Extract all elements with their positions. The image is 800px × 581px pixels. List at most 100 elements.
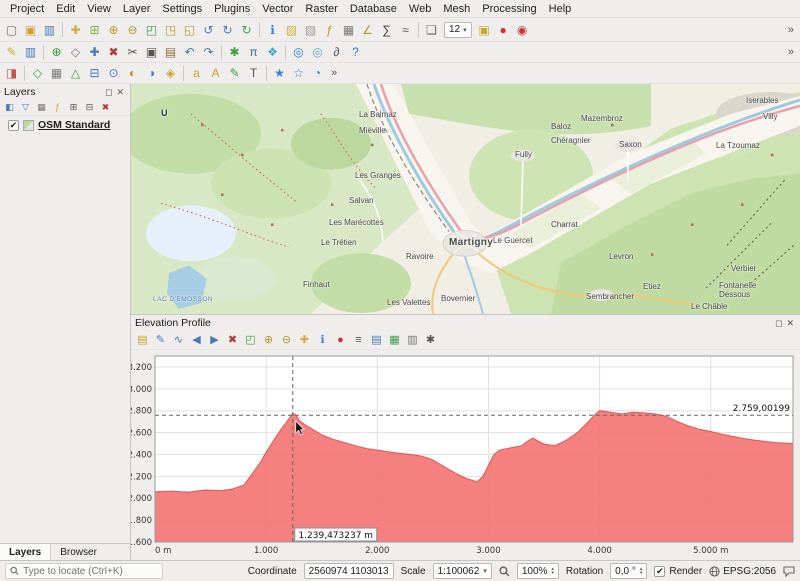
data-source-manager-icon[interactable]: ◨ xyxy=(2,64,21,82)
menu-item[interactable]: Project xyxy=(4,2,50,16)
export-csv-icon[interactable]: ▦ xyxy=(386,332,403,348)
refresh-icon[interactable]: ↻ xyxy=(237,21,256,39)
text-annotation-icon[interactable]: T xyxy=(244,64,263,82)
zoom-last-icon[interactable]: ↺ xyxy=(199,21,218,39)
pan-icon[interactable]: ✚ xyxy=(296,332,313,348)
toggle-editing-icon[interactable]: ✎ xyxy=(2,43,21,61)
log-messages-icon[interactable]: ◉ xyxy=(513,21,532,39)
panel-float-icon[interactable]: ◻ xyxy=(773,318,784,329)
locate-box[interactable] xyxy=(5,563,163,579)
select-by-expression-icon[interactable]: ƒ xyxy=(320,21,339,39)
elevation-chart[interactable]: 1.6001.8002.0002.2002.4002.6002.8003.000… xyxy=(131,350,800,560)
add-feature-icon[interactable]: ⊕ xyxy=(47,43,66,61)
label-toggle-icon[interactable]: a xyxy=(187,64,206,82)
clear-icon[interactable]: ✖ xyxy=(224,332,241,348)
layer-styling-icon[interactable]: ◧ xyxy=(2,101,17,114)
label-settings-icon[interactable]: A xyxy=(206,64,225,82)
zoom-out-icon[interactable]: ⊖ xyxy=(278,332,295,348)
menu-item[interactable]: Vector xyxy=(256,2,299,16)
plugins-icon[interactable]: ❖ xyxy=(263,43,282,61)
remove-layer-icon[interactable]: ✖ xyxy=(98,101,113,114)
rotation-spinbox[interactable]: 0,0 ° ▴▾ xyxy=(610,563,647,579)
scale-combo[interactable]: 1:100062 ▾ xyxy=(433,563,492,579)
pan-map-icon[interactable]: ✚ xyxy=(66,21,85,39)
tab-layers[interactable]: Layers xyxy=(0,544,51,560)
locate-input[interactable] xyxy=(23,566,158,577)
measure-distances-icon[interactable]: ≡ xyxy=(350,332,367,348)
spinner-arrows-icon[interactable]: ▴▾ xyxy=(640,567,643,575)
layer-item-osm-standard[interactable]: ✔ OSM Standard xyxy=(0,116,130,134)
add-wfs-icon[interactable]: ◑ xyxy=(142,64,161,82)
toolbar-overflow-icon[interactable]: » xyxy=(784,24,798,36)
coordinate-box[interactable]: 2560974 1103013 xyxy=(304,563,394,579)
show-bookmarks-icon[interactable]: ☆ xyxy=(289,64,308,82)
move-feature-icon[interactable]: ✚ xyxy=(85,43,104,61)
statistics-icon[interactable]: ≈ xyxy=(396,21,415,39)
zoom-to-layer-icon[interactable]: ◱ xyxy=(180,21,199,39)
identify-features-icon[interactable]: ℹ xyxy=(263,21,282,39)
add-raster-layer-icon[interactable]: ▦ xyxy=(47,64,66,82)
add-mesh-layer-icon[interactable]: △ xyxy=(66,64,85,82)
zoom-to-selection-icon[interactable]: ◳ xyxy=(161,21,180,39)
menu-item[interactable]: Raster xyxy=(299,2,343,16)
add-vector-layer-icon[interactable]: ◇ xyxy=(28,64,47,82)
expression-filter-icon[interactable]: ƒ xyxy=(50,101,65,114)
menu-item[interactable]: Web xyxy=(403,2,437,16)
measure-icon[interactable]: ∠ xyxy=(358,21,377,39)
crs-selector[interactable]: EPSG:2056 xyxy=(709,566,776,577)
collapse-all-icon[interactable]: ⊟ xyxy=(82,101,97,114)
magnifier-spinbox[interactable]: 100% ▴▾ xyxy=(517,563,559,579)
attribute-table-icon[interactable]: ▦ xyxy=(339,21,358,39)
layer-visibility-checkbox[interactable]: ✔ xyxy=(8,120,19,131)
add-wms-icon[interactable]: ◐ xyxy=(123,64,142,82)
delete-selected-icon[interactable]: ✖ xyxy=(104,43,123,61)
pan-to-selection-icon[interactable]: ⊞ xyxy=(85,21,104,39)
new-project-icon[interactable]: ▢ xyxy=(2,21,21,39)
deselect-features-icon[interactable]: ▧ xyxy=(301,21,320,39)
osm-place-search-icon[interactable]: ▣ xyxy=(475,21,494,39)
panel-close-icon[interactable]: ✕ xyxy=(114,87,126,98)
notifications-icon[interactable]: ● xyxy=(494,21,513,39)
undo-icon[interactable]: ↶ xyxy=(180,43,199,61)
identify-icon[interactable]: ℹ xyxy=(314,332,331,348)
new-bookmark-icon[interactable]: ★ xyxy=(270,64,289,82)
open-project-icon[interactable]: ▣ xyxy=(21,21,40,39)
record-elevation-icon[interactable]: ● xyxy=(332,332,349,348)
nudge-left-icon[interactable]: ◀ xyxy=(188,332,205,348)
save-edits-icon[interactable]: ▥ xyxy=(21,43,40,61)
plugin-q1-icon[interactable]: ◎ xyxy=(289,43,308,61)
plugin-6d-icon[interactable]: ∂ xyxy=(327,43,346,61)
messages-bubble-icon[interactable] xyxy=(783,566,795,577)
menu-item[interactable]: Database xyxy=(344,2,403,16)
cut-features-icon[interactable]: ✂ xyxy=(123,43,142,61)
filter-legend-icon[interactable]: ▽ xyxy=(18,101,33,114)
select-features-icon[interactable]: ▨ xyxy=(282,21,301,39)
zoom-in-icon[interactable]: ⊕ xyxy=(260,332,277,348)
menu-item[interactable]: Plugins xyxy=(208,2,256,16)
help-icon[interactable]: ? xyxy=(346,43,365,61)
toolbar-overflow-icon[interactable]: » xyxy=(327,67,341,79)
processing-toolbox-icon[interactable]: ✱ xyxy=(225,43,244,61)
zoom-full-icon[interactable]: ◰ xyxy=(242,332,259,348)
plugin-q2-icon[interactable]: ◎ xyxy=(308,43,327,61)
add-postgis-icon[interactable]: ⊙ xyxy=(104,64,123,82)
nudge-right-icon[interactable]: ▶ xyxy=(206,332,223,348)
font-size-combo[interactable]: 12 ▾ xyxy=(444,22,472,38)
menu-item[interactable]: View xyxy=(81,2,117,16)
menu-item[interactable]: Help xyxy=(543,2,578,16)
python-console-icon[interactable]: π xyxy=(244,43,263,61)
menu-item[interactable]: Settings xyxy=(156,2,208,16)
menu-item[interactable]: Layer xyxy=(117,2,157,16)
zoom-full-icon[interactable]: ◰ xyxy=(142,21,161,39)
copy-features-icon[interactable]: ▣ xyxy=(142,43,161,61)
spinner-arrows-icon[interactable]: ▴▾ xyxy=(551,567,554,575)
map-canvas[interactable]: ULa BalmazMiévilleBalozMazembrozChéragni… xyxy=(131,84,800,315)
temporal-controller-icon[interactable]: ◔ xyxy=(308,64,327,82)
capture-curve-icon[interactable]: ✎ xyxy=(152,332,169,348)
zoom-next-icon[interactable]: ↻ xyxy=(218,21,237,39)
layer-label[interactable]: OSM Standard xyxy=(38,119,110,131)
vertex-tool-icon[interactable]: ◇ xyxy=(66,43,85,61)
export-plot-icon[interactable]: ▤ xyxy=(368,332,385,348)
new-map-view-icon[interactable]: ❏ xyxy=(422,21,441,39)
save-image-icon[interactable]: ▥ xyxy=(404,332,421,348)
